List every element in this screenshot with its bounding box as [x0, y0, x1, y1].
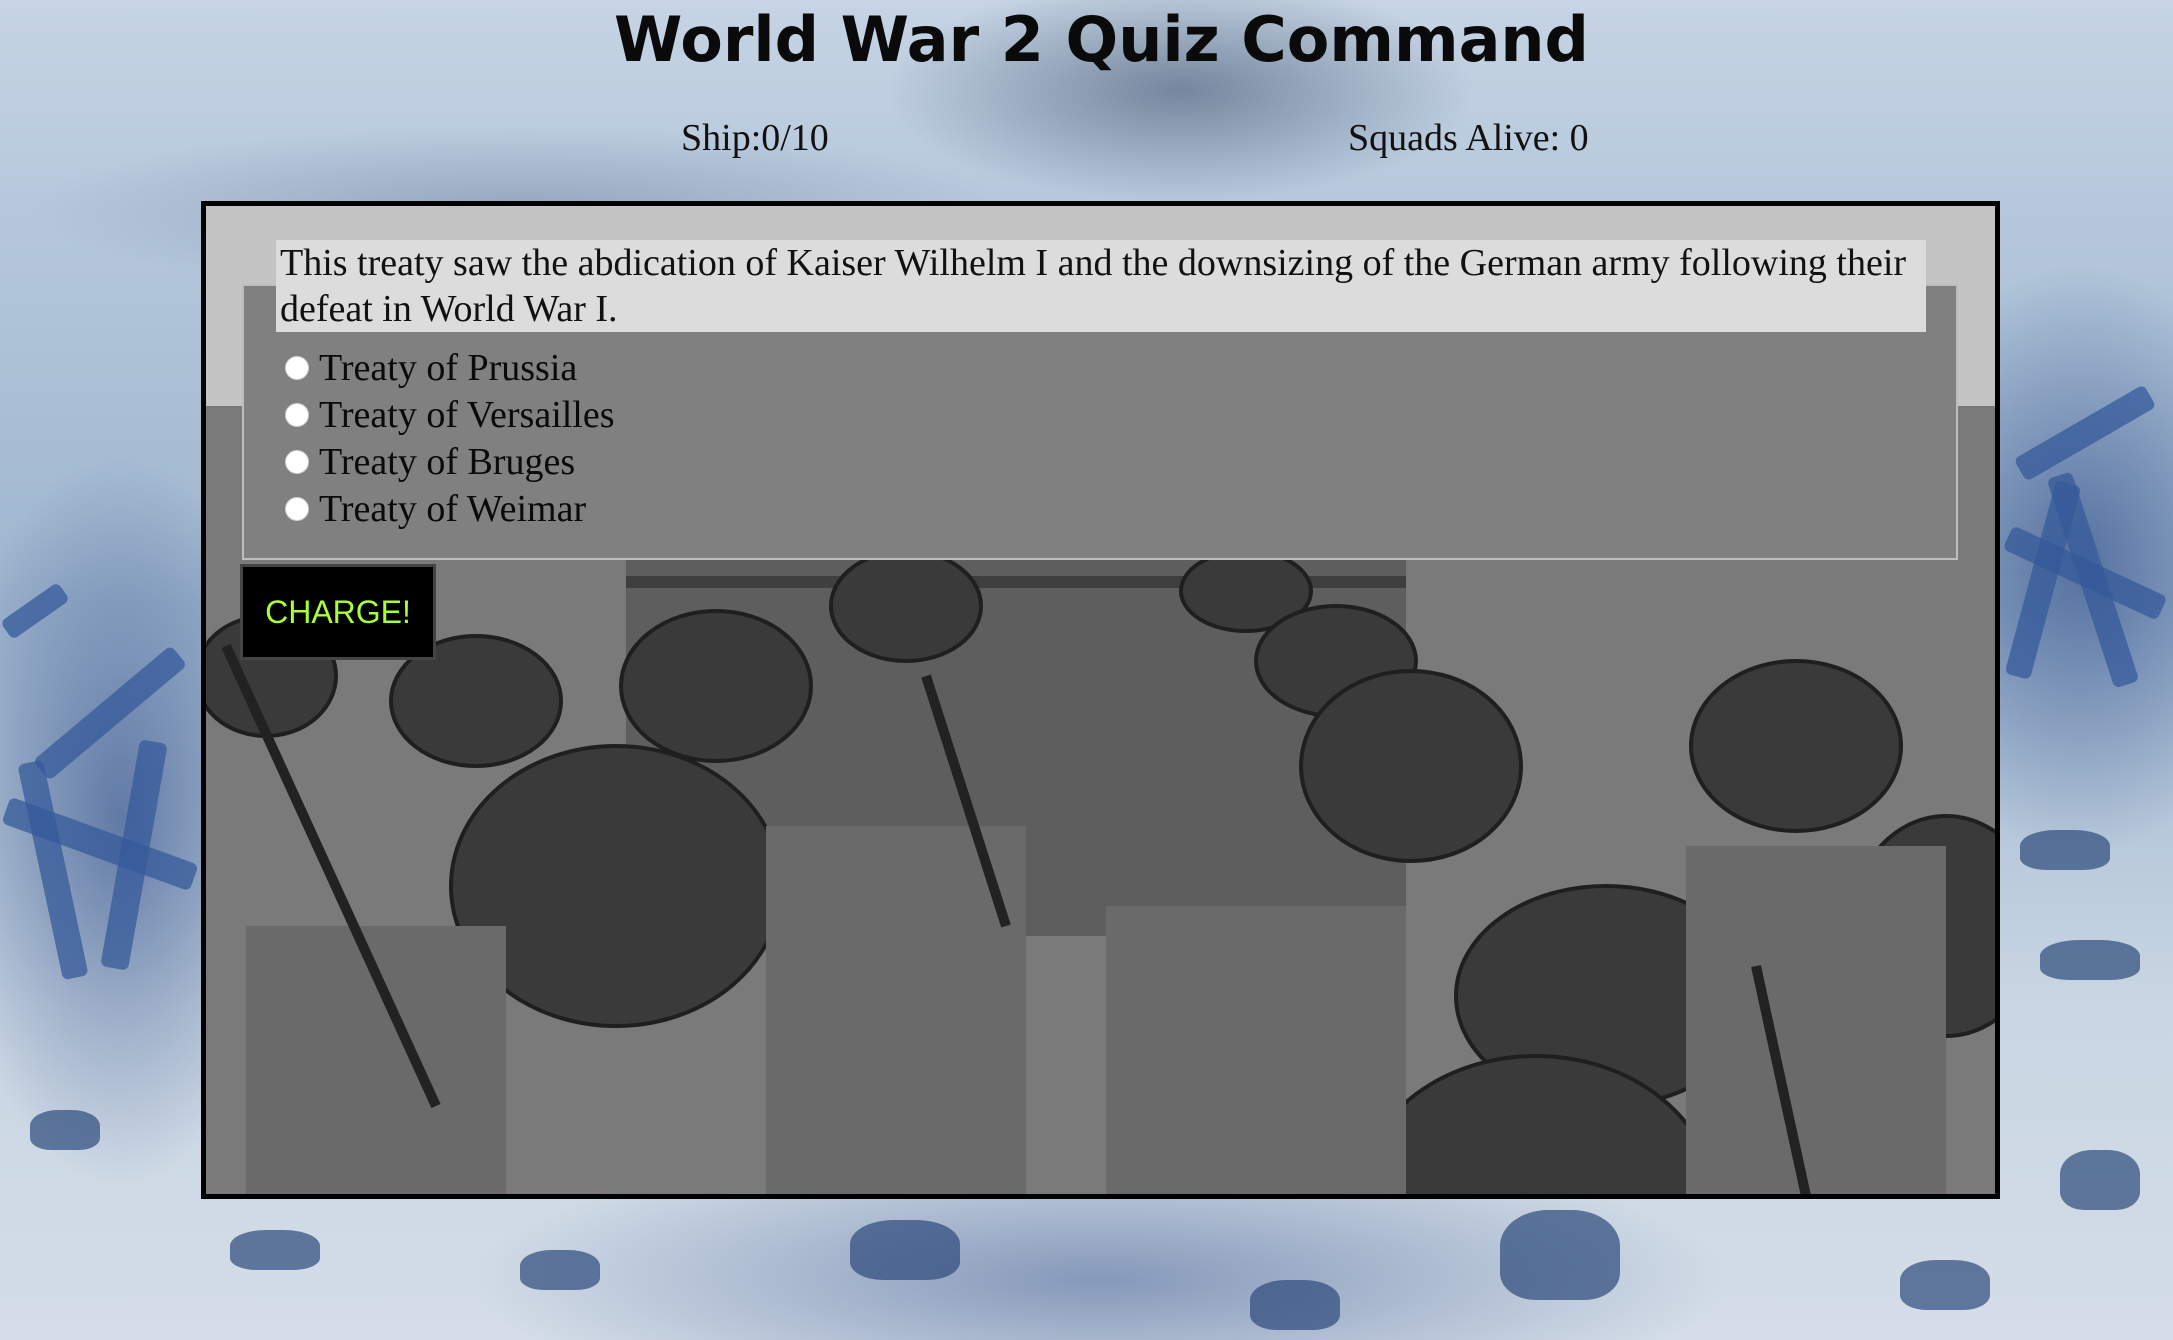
answer-label: Treaty of Weimar — [319, 487, 587, 530]
answer-option-2[interactable]: Treaty of Versailles — [285, 391, 615, 438]
radio-button[interactable] — [285, 449, 309, 474]
answer-options: Treaty of Prussia Treaty of Versailles T… — [285, 344, 615, 532]
charge-button[interactable]: CHARGE! — [240, 564, 436, 660]
answer-option-3[interactable]: Treaty of Bruges — [285, 438, 615, 485]
page-title: World War 2 Quiz Command — [614, 3, 1589, 76]
question-text: This treaty saw the abdication of Kaiser… — [276, 240, 1926, 332]
radio-button[interactable] — [285, 402, 309, 427]
answer-label: Treaty of Prussia — [319, 346, 578, 389]
game-frame: This treaty saw the abdication of Kaiser… — [201, 201, 2000, 1199]
answer-label: Treaty of Bruges — [319, 440, 576, 483]
answer-option-1[interactable]: Treaty of Prussia — [285, 344, 615, 391]
radio-button[interactable] — [285, 355, 309, 380]
radio-button[interactable] — [285, 496, 309, 521]
answer-option-4[interactable]: Treaty of Weimar — [285, 485, 615, 532]
ship-counter: Ship:0/10 — [681, 117, 829, 159]
squads-alive-counter: Squads Alive: 0 — [1348, 117, 1589, 159]
answer-label: Treaty of Versailles — [319, 393, 615, 436]
